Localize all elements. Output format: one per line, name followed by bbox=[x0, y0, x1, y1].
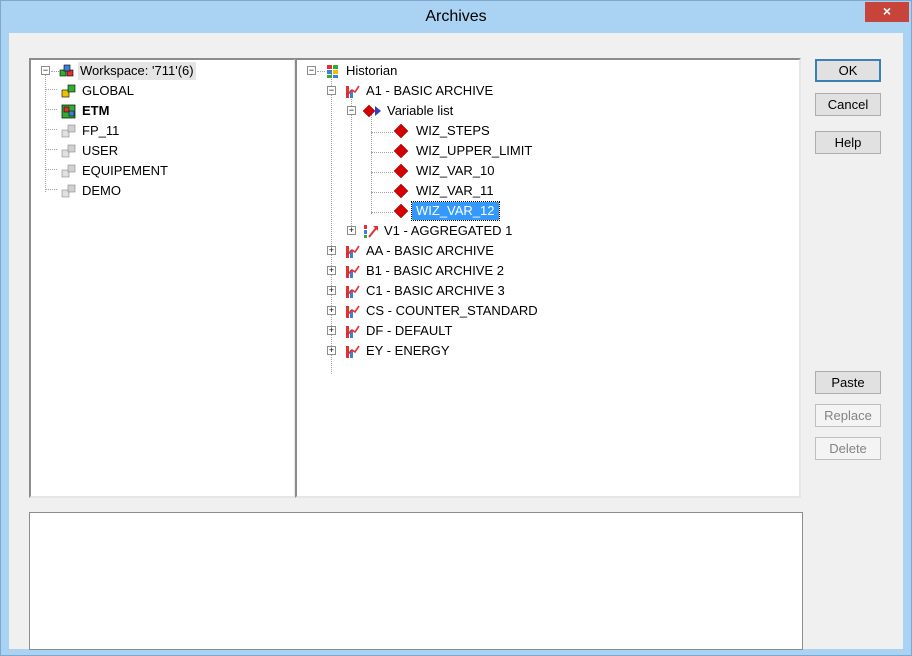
window-title: Archives bbox=[425, 8, 487, 25]
expand-toggle[interactable]: + bbox=[327, 326, 336, 335]
close-button[interactable]: × bbox=[865, 2, 909, 22]
archive-label: B1 - BASIC ARCHIVE 2 bbox=[366, 263, 504, 278]
variable-label: WIZ_VAR_11 bbox=[416, 183, 494, 198]
workspace-icon bbox=[59, 64, 74, 77]
project-inactive-icon bbox=[61, 144, 76, 158]
dialog-client-area: − Workspace: '711'(6) GLOBAL ETM FP_11 U… bbox=[9, 33, 903, 650]
workspace-tree[interactable]: − Workspace: '711'(6) GLOBAL ETM FP_11 U… bbox=[29, 58, 296, 498]
tree-item-label: USER bbox=[82, 143, 119, 158]
variable-label: WIZ_STEPS bbox=[416, 123, 490, 138]
project-inactive-icon bbox=[61, 124, 76, 138]
expand-toggle[interactable]: + bbox=[327, 266, 336, 275]
historian-icon bbox=[327, 65, 338, 78]
aggregated-archive-icon bbox=[364, 225, 378, 238]
workspace-label: Workspace: '711'(6) bbox=[78, 62, 196, 80]
expand-toggle[interactable]: + bbox=[327, 346, 336, 355]
archive-label: V1 - AGGREGATED 1 bbox=[384, 223, 513, 238]
archive-icon bbox=[346, 345, 360, 358]
expand-toggle[interactable]: + bbox=[327, 306, 336, 315]
variable-list-label: Variable list bbox=[387, 103, 454, 118]
archive-label: EY - ENERGY bbox=[366, 343, 450, 358]
archive-label: C1 - BASIC ARCHIVE 3 bbox=[366, 283, 505, 298]
collapse-toggle[interactable]: − bbox=[327, 86, 336, 95]
title-bar[interactable]: Archives × bbox=[1, 1, 911, 33]
tree-item-label: FP_11 bbox=[82, 123, 120, 138]
historian-tree[interactable]: − Historian − A1 - BASIC ARCHIVE − Varia… bbox=[295, 58, 801, 498]
cancel-button[interactable]: Cancel bbox=[815, 93, 881, 116]
collapse-toggle[interactable]: − bbox=[41, 66, 50, 75]
delete-button: Delete bbox=[815, 437, 881, 460]
archive-icon bbox=[346, 325, 360, 338]
archive-icon bbox=[346, 265, 360, 278]
expand-toggle[interactable]: + bbox=[327, 246, 336, 255]
variable-diamond-icon bbox=[393, 124, 409, 139]
variable-label: WIZ_VAR_12 bbox=[411, 201, 500, 221]
collapse-toggle[interactable]: − bbox=[307, 66, 316, 75]
variable-label: WIZ_UPPER_LIMIT bbox=[416, 143, 533, 158]
tree-item-label: DEMO bbox=[82, 183, 121, 198]
expand-toggle[interactable]: + bbox=[327, 286, 336, 295]
expand-toggle[interactable]: + bbox=[347, 226, 356, 235]
variable-label: WIZ_VAR_10 bbox=[416, 163, 495, 178]
archive-label: A1 - BASIC ARCHIVE bbox=[366, 83, 494, 98]
variable-diamond-icon bbox=[393, 164, 409, 179]
project-inactive-icon bbox=[61, 164, 76, 178]
historian-label: Historian bbox=[346, 63, 398, 78]
tree-item-label: EQUIPEMENT bbox=[82, 163, 168, 178]
tree-item-label: GLOBAL bbox=[82, 83, 135, 98]
archive-label: AA - BASIC ARCHIVE bbox=[366, 243, 494, 258]
tree-item-label: ETM bbox=[82, 103, 110, 118]
paste-button[interactable]: Paste bbox=[815, 371, 881, 394]
variable-diamond-icon bbox=[393, 144, 409, 159]
archive-icon bbox=[346, 285, 360, 298]
replace-button: Replace bbox=[815, 404, 881, 427]
project-active-icon bbox=[61, 104, 76, 119]
project-global-icon bbox=[61, 84, 76, 98]
help-button[interactable]: Help bbox=[815, 131, 881, 154]
collapse-toggle[interactable]: − bbox=[347, 106, 356, 115]
project-inactive-icon bbox=[61, 184, 76, 198]
archive-icon bbox=[346, 305, 360, 318]
archive-label: CS - COUNTER_STANDARD bbox=[366, 303, 538, 318]
variable-diamond-icon bbox=[393, 184, 409, 199]
archives-dialog: Archives × − Workspace: '711'(6) GLOBAL … bbox=[0, 0, 912, 656]
archive-label: DF - DEFAULT bbox=[366, 323, 453, 338]
ok-button[interactable]: OK bbox=[815, 59, 881, 82]
archive-icon bbox=[346, 85, 360, 98]
variable-list-icon bbox=[363, 104, 381, 118]
variable-diamond-icon bbox=[393, 204, 409, 219]
description-panel bbox=[29, 512, 803, 650]
archive-icon bbox=[346, 245, 360, 258]
